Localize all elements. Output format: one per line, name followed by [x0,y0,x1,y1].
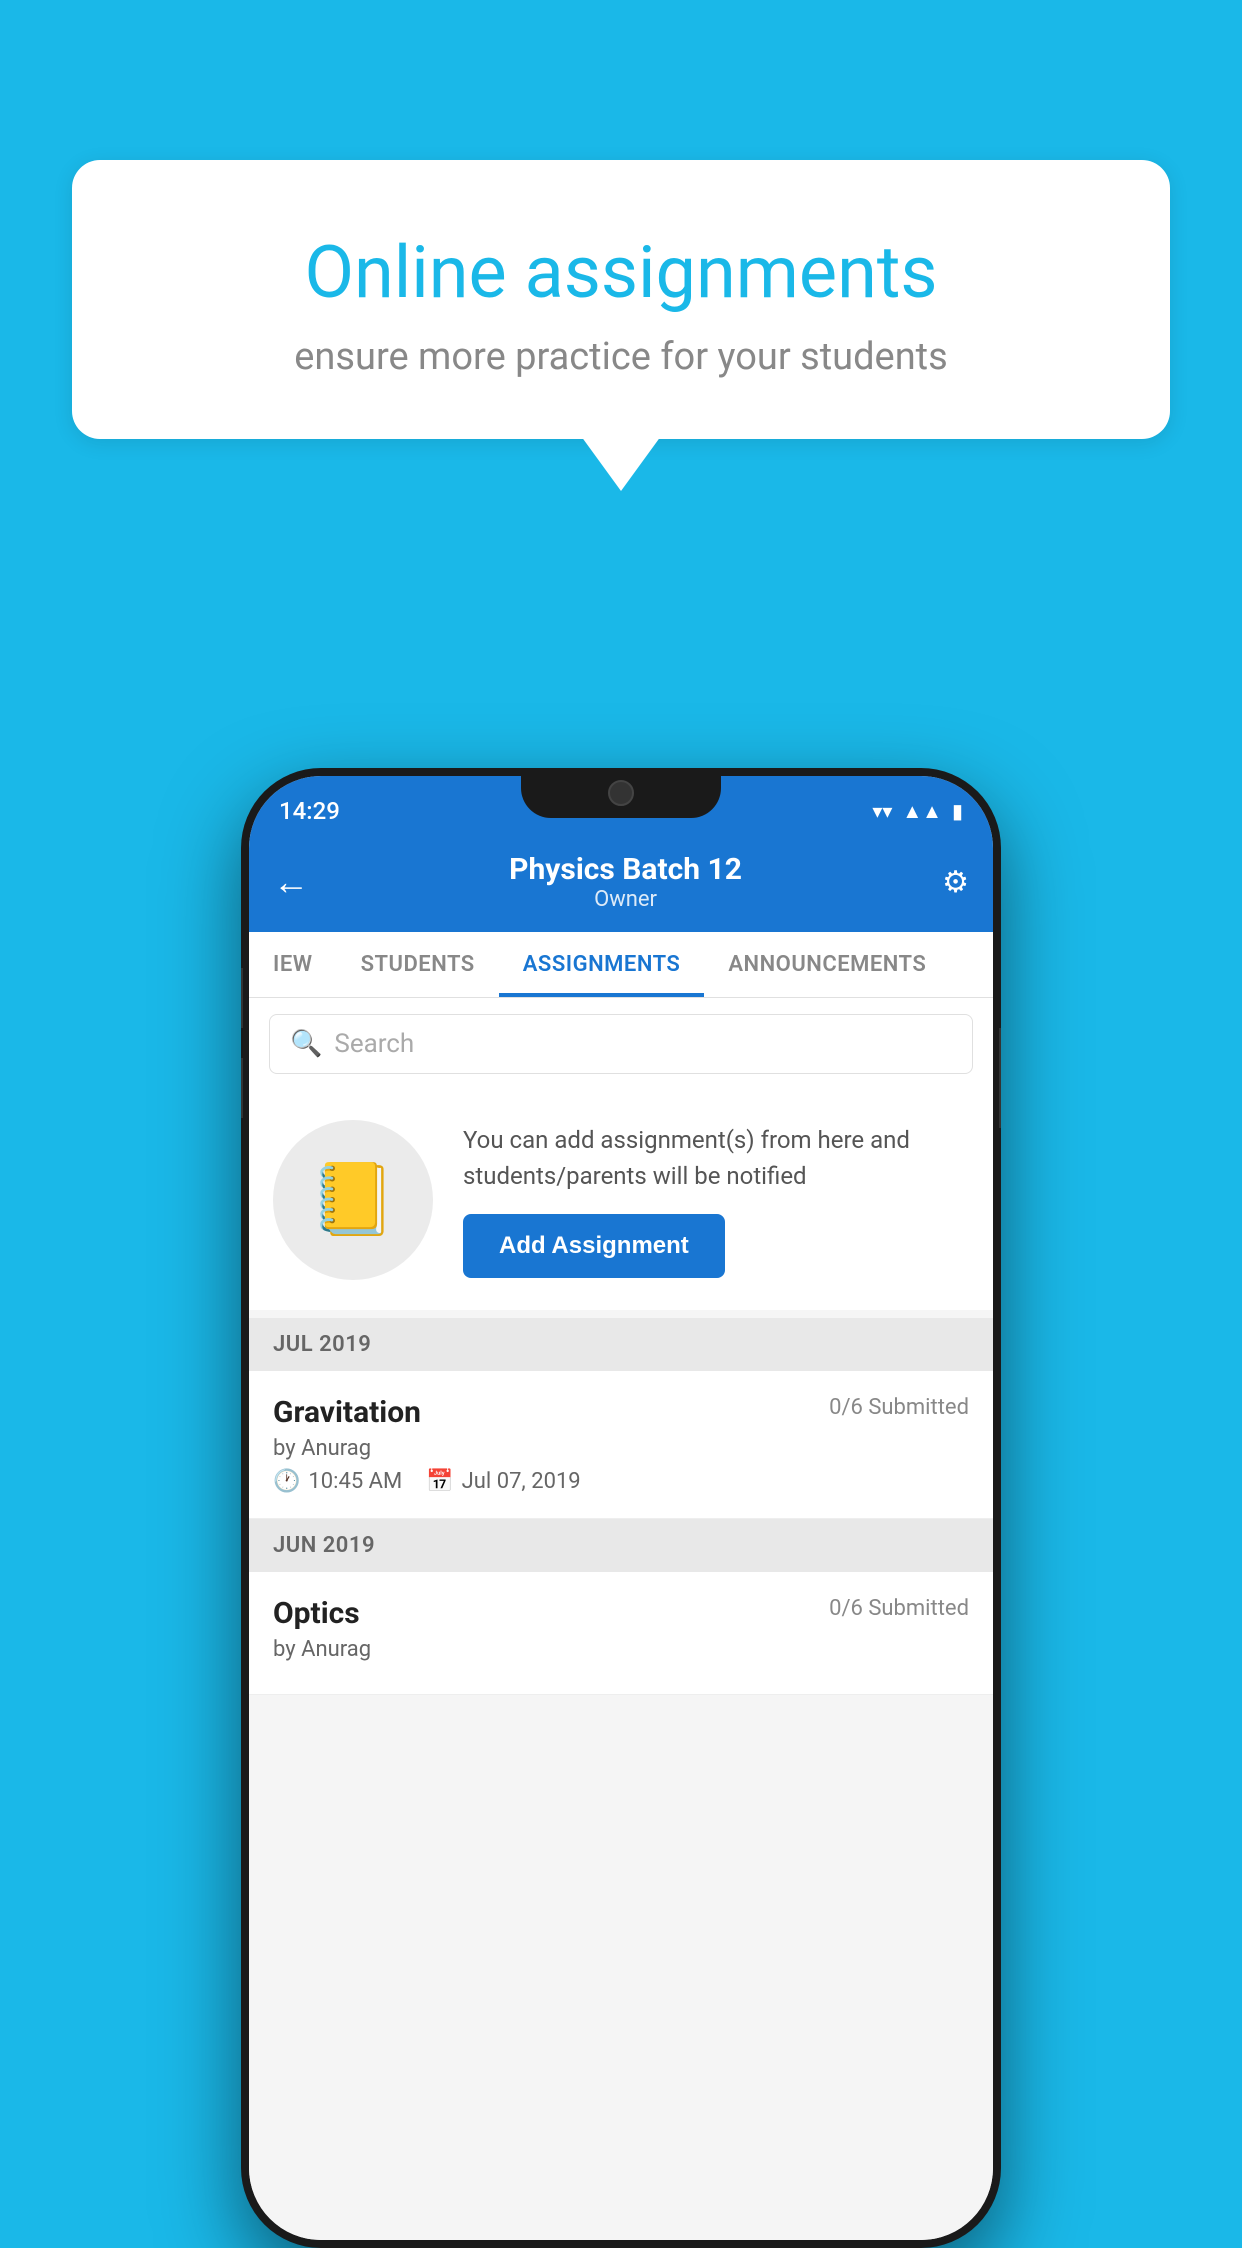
power-button[interactable] [999,1028,1001,1128]
assignment-submitted: 0/6 Submitted [829,1395,969,1420]
search-icon: 🔍 [290,1029,322,1059]
assignment-notebook-icon: 📒 [309,1159,396,1241]
speech-bubble-container: Online assignments ensure more practice … [72,160,1170,439]
camera [608,780,634,806]
volume-up-button[interactable] [241,968,243,1028]
volume-down-button[interactable] [241,1058,243,1118]
assignment-date: 📅 Jul 07, 2019 [426,1469,580,1494]
wifi-icon: ▾▾ [872,799,892,823]
assignment-item-optics[interactable]: Optics 0/6 Submitted by Anurag [249,1572,993,1695]
speech-bubble: Online assignments ensure more practice … [72,160,1170,439]
section-header-jul-2019: JUL 2019 [249,1318,993,1371]
speech-bubble-subtitle: ensure more practice for your students [152,335,1090,379]
tab-iew[interactable]: IEW [249,932,337,997]
phone-frame: 14:29 ▾▾ ▲▲ ▮ ← Physics Batch 12 Owner ⚙… [241,768,1001,2248]
tab-students[interactable]: STUDENTS [337,932,499,997]
signal-icon: ▲▲ [902,799,942,824]
app-header: ← Physics Batch 12 Owner ⚙ [249,836,993,932]
search-container: 🔍 Search [249,998,993,1090]
content-area: 🔍 Search 📒 You can add assignment(s) fro… [249,998,993,2240]
assignment-time-value: 10:45 AM [308,1469,402,1494]
tabs-bar: IEW STUDENTS ASSIGNMENTS ANNOUNCEMENTS [249,932,993,998]
assignment-info-text: You can add assignment(s) from here and … [463,1122,969,1194]
phone-screen: 14:29 ▾▾ ▲▲ ▮ ← Physics Batch 12 Owner ⚙… [249,776,993,2240]
assignment-item-header-optics: Optics 0/6 Submitted [273,1596,969,1631]
tab-assignments[interactable]: ASSIGNMENTS [499,932,705,997]
header-title: Physics Batch 12 [509,852,742,887]
assignment-item-gravitation[interactable]: Gravitation 0/6 Submitted by Anurag 🕐 10… [249,1371,993,1519]
clock-icon: 🕐 [273,1469,300,1494]
assignment-meta: 🕐 10:45 AM 📅 Jul 07, 2019 [273,1469,969,1494]
assignment-icon-circle: 📒 [273,1120,433,1280]
assignment-name: Gravitation [273,1395,421,1430]
assignment-author: by Anurag [273,1436,969,1461]
assignment-name-optics: Optics [273,1596,360,1631]
calendar-icon: 📅 [426,1469,453,1494]
battery-icon: ▮ [952,799,963,823]
settings-button[interactable]: ⚙ [942,865,969,900]
speech-bubble-title: Online assignments [152,230,1090,315]
header-subtitle: Owner [509,887,742,912]
header-title-group: Physics Batch 12 Owner [509,852,742,912]
assignment-time: 🕐 10:45 AM [273,1469,402,1494]
status-icons: ▾▾ ▲▲ ▮ [872,799,963,824]
add-assignment-button[interactable]: Add Assignment [463,1214,725,1278]
assignment-item-header: Gravitation 0/6 Submitted [273,1395,969,1430]
assignment-info: You can add assignment(s) from here and … [463,1122,969,1278]
phone-notch [521,768,721,818]
tab-announcements[interactable]: ANNOUNCEMENTS [704,932,950,997]
search-bar[interactable]: 🔍 Search [269,1014,973,1074]
assignment-author-optics: by Anurag [273,1637,969,1662]
add-assignment-section: 📒 You can add assignment(s) from here an… [249,1090,993,1310]
status-time: 14:29 [279,797,340,825]
assignment-submitted-optics: 0/6 Submitted [829,1596,969,1621]
section-header-jun-2019: JUN 2019 [249,1519,993,1572]
assignment-date-value: Jul 07, 2019 [462,1469,581,1494]
back-button[interactable]: ← [273,861,309,903]
search-placeholder: Search [334,1029,414,1059]
